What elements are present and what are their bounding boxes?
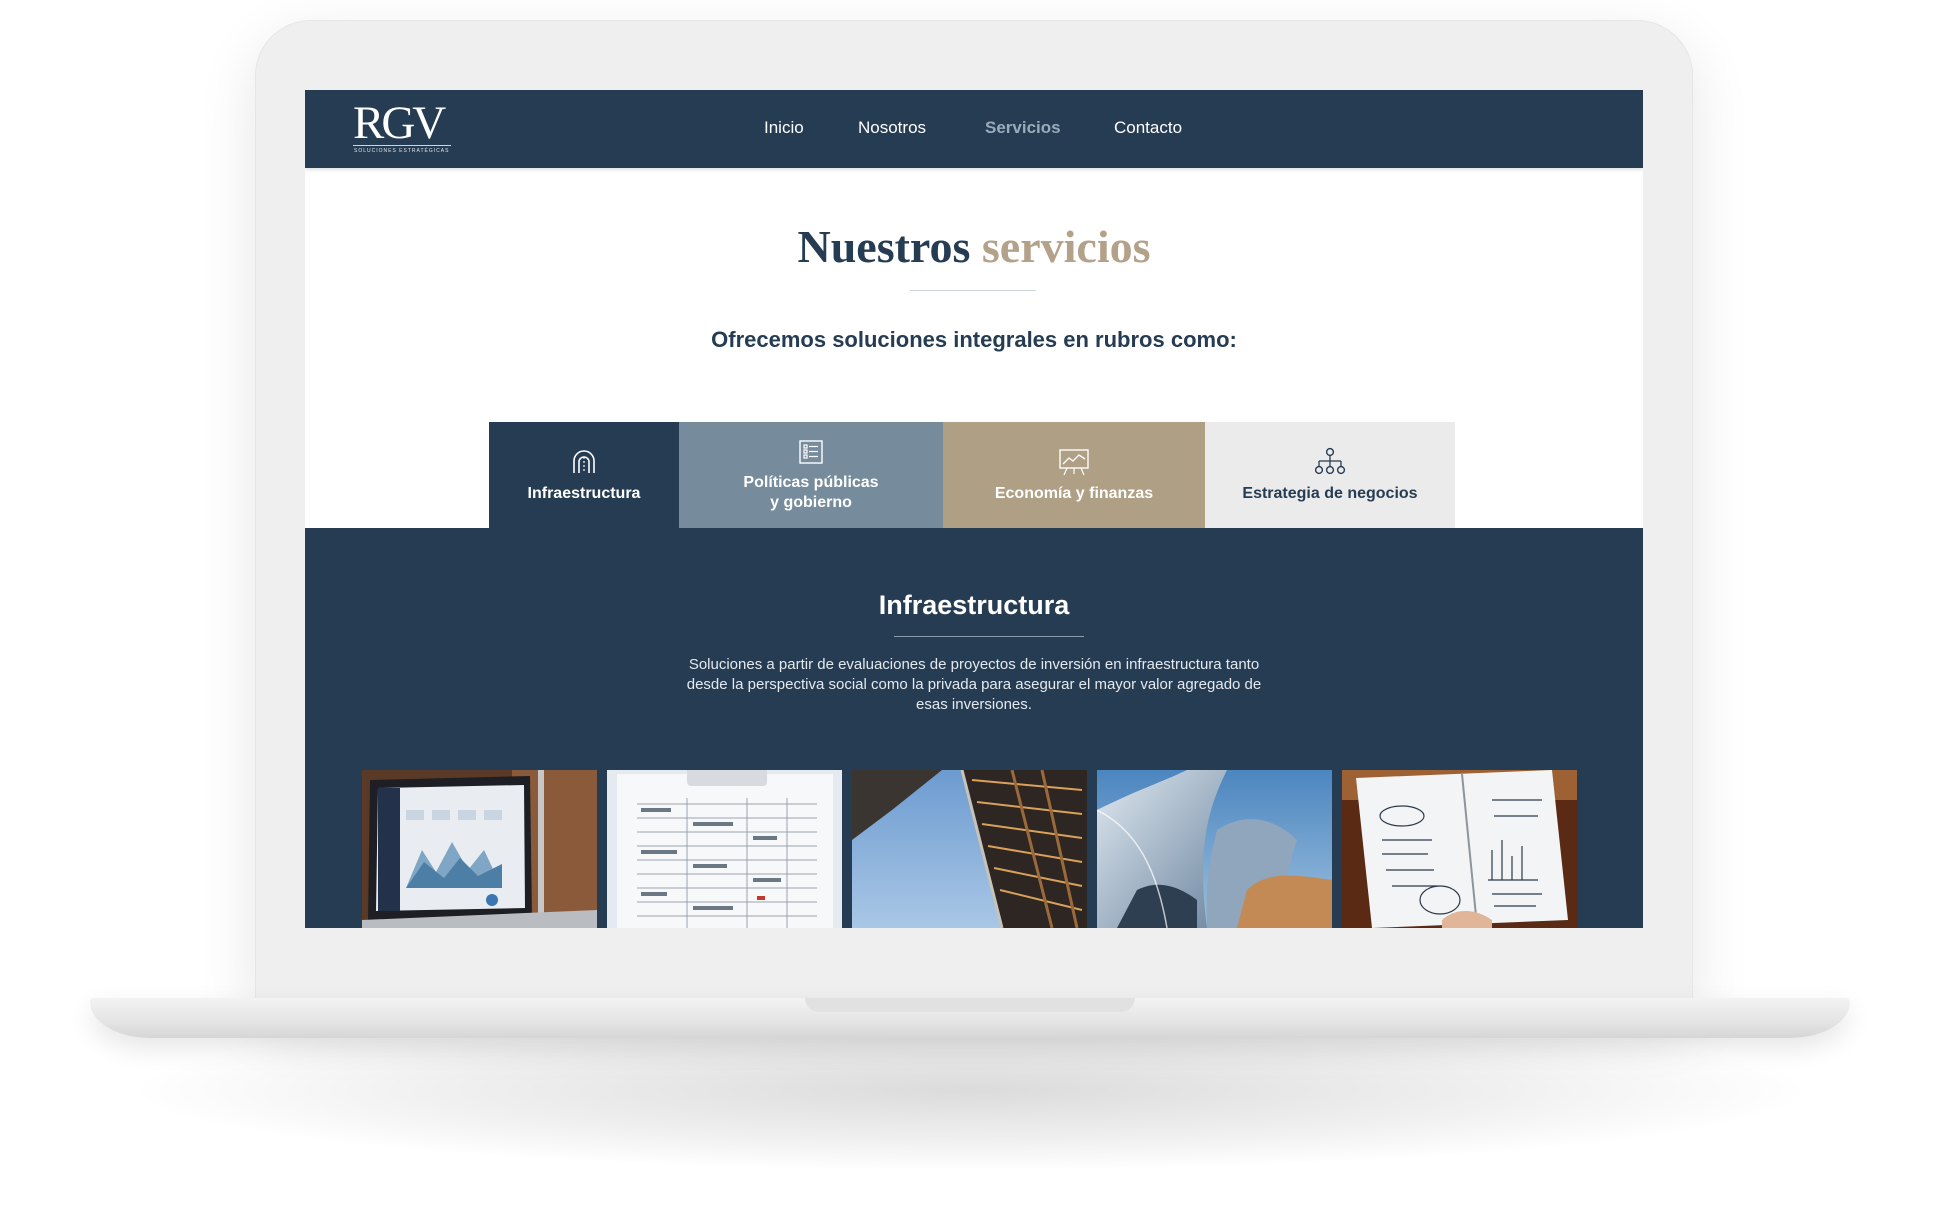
tab-label: Infraestructura — [527, 484, 641, 502]
chart-presentation-icon — [1059, 448, 1089, 475]
laptop-dashboard-photo — [362, 770, 597, 928]
brand-logo[interactable]: RGV SOLUCIONES ESTRATÉGICAS — [353, 98, 453, 154]
org-chart-icon — [1314, 447, 1346, 474]
tab-estrategia-negocios[interactable]: Estrategia de negocios — [1205, 422, 1455, 528]
checklist-icon — [799, 439, 823, 464]
tab-infraestructura[interactable]: Infraestructura — [489, 422, 679, 528]
tab-label: Economía y finanzas — [994, 484, 1154, 502]
laptop-notch — [805, 998, 1135, 1012]
laptop-screen: RGV SOLUCIONES ESTRATÉGICAS Inicio Nosot… — [305, 90, 1643, 928]
arch-icon — [573, 449, 595, 473]
title-accent: servicios — [981, 221, 1151, 272]
device-mockup-stage: RGV SOLUCIONES ESTRATÉGICAS Inicio Nosot… — [0, 0, 1940, 1226]
logo-divider — [353, 145, 451, 146]
page-title: Nuestros servicios — [305, 220, 1643, 273]
notebook-sketches-photo — [1342, 770, 1577, 928]
services-lead-text: Ofrecemos soluciones integrales en rubro… — [711, 327, 1237, 352]
panel-description: Soluciones a partir de evaluaciones de p… — [686, 656, 1262, 713]
clipboard-document-photo — [607, 770, 842, 928]
panel-divider — [894, 636, 1084, 637]
panel-title: Infraestructura — [878, 590, 1070, 620]
title-main: Nuestros — [797, 221, 971, 272]
logo-subtitle: SOLUCIONES ESTRATÉGICAS — [354, 148, 450, 154]
curved-metal-building-photo — [1097, 770, 1332, 928]
tab-economia-finanzas[interactable]: Economía y finanzas — [943, 422, 1205, 528]
nav-link-nosotros[interactable]: Nosotros — [858, 118, 926, 138]
tab-label: Estrategia de negocios — [1242, 484, 1418, 502]
tab-label-line1: Políticas públicas — [743, 473, 879, 491]
tab-label-line2: y gobierno — [770, 493, 852, 511]
building-facade-sky-photo — [852, 770, 1087, 928]
logo-text: RGV — [353, 97, 446, 149]
tab-politicas-publicas[interactable]: Políticas públicas y gobierno — [679, 422, 943, 528]
nav-link-inicio[interactable]: Inicio — [764, 118, 804, 138]
top-navbar: RGV SOLUCIONES ESTRATÉGICAS Inicio Nosot… — [305, 90, 1643, 168]
nav-link-contacto[interactable]: Contacto — [1114, 118, 1182, 138]
nav-link-servicios[interactable]: Servicios — [985, 118, 1061, 138]
title-divider — [910, 290, 1036, 291]
